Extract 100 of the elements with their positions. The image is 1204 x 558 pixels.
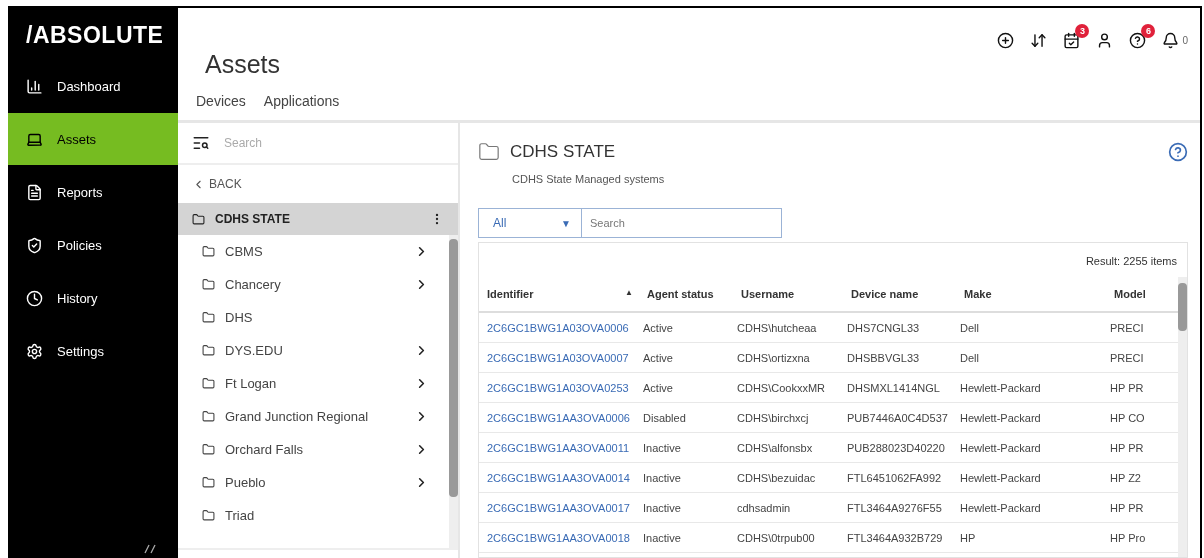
- nav-item[interactable]: History: [8, 272, 178, 324]
- tree-item[interactable]: CBMS: [178, 235, 449, 268]
- table-cell-text: HP Z2: [1109, 471, 1142, 484]
- table-cell-text: Inactive: [642, 471, 682, 484]
- table-cell-text: Hewlett-Packard: [959, 471, 1042, 484]
- table-cell-text: HP CO: [1109, 411, 1146, 424]
- nav-item[interactable]: Policies: [8, 219, 178, 271]
- table-cell-text: DHS7CNGL33: [846, 321, 921, 334]
- column-header[interactable]: Identifier ▲: [479, 288, 639, 300]
- tab[interactable]: Devices: [196, 93, 246, 109]
- search-icon: [192, 134, 210, 152]
- identifier-link[interactable]: 2C6GC1BWG1AA3OVA0011: [479, 441, 639, 454]
- table-cell-text: CDHS\hutcheaa: [736, 321, 818, 334]
- table-cell-text: PUB288023D40220: [846, 441, 946, 454]
- folder-icon: [202, 377, 215, 390]
- tree-item[interactable]: Orchard Falls: [178, 433, 449, 466]
- identifier-link[interactable]: 2C6GC1BWG1AA3OVA0017: [479, 501, 639, 514]
- table-cell-text: PUB7446A0C4D537: [846, 411, 949, 424]
- table-cell-text: HP: [959, 531, 977, 544]
- nav-item[interactable]: Settings: [8, 325, 178, 377]
- table-cell-text: Disabled: [642, 411, 687, 424]
- column-header[interactable]: Username: [733, 288, 843, 300]
- settings-icon: [26, 342, 43, 360]
- table-cell-text: HP PR: [1109, 441, 1145, 454]
- nav-item[interactable]: Assets: [8, 113, 178, 165]
- calendar-icon[interactable]: [1063, 32, 1081, 49]
- folder-icon: [202, 476, 215, 489]
- chart-icon: [26, 77, 43, 95]
- group-title: CDHS STATE: [510, 142, 617, 162]
- folder-icon: [192, 212, 205, 226]
- table-cell-text: Inactive: [642, 441, 682, 454]
- tree-item[interactable]: DYS.EDU: [178, 334, 449, 367]
- identifier-link[interactable]: 2C6GC1BWG1A03OVA0007: [479, 351, 639, 364]
- back-link[interactable]: BACK: [178, 165, 458, 203]
- table-cell-text: Inactive: [642, 531, 682, 544]
- identifier-link[interactable]: 2C6GC1BWG1AA3OVA0006: [479, 411, 639, 424]
- table-cell-text: PRECI: [1109, 351, 1145, 364]
- table-cell-text: CDHS\alfonsbx: [736, 441, 814, 454]
- page-title: Assets: [205, 50, 282, 79]
- collapse-icon[interactable]: [144, 544, 158, 554]
- document-icon: [26, 183, 43, 201]
- tree-item[interactable]: CDHS STATE: [178, 203, 458, 235]
- table-cell-text: Hewlett-Packard: [959, 501, 1042, 514]
- table-cell-text: CDHS\bezuidac: [736, 471, 817, 484]
- table-cell-text: HP PR: [1109, 501, 1145, 514]
- table-cell-text: Active: [642, 351, 674, 364]
- clock-icon: [26, 289, 43, 307]
- tree-item[interactable]: Triad: [178, 499, 449, 532]
- folder-icon: [202, 245, 215, 258]
- tree-item[interactable]: Ft Logan: [178, 367, 449, 400]
- table-cell-text: DHSMXL1414NGL: [846, 381, 941, 394]
- tab[interactable]: Applications: [263, 93, 340, 109]
- table-cell-text: Hewlett-Packard: [959, 441, 1042, 454]
- shield-icon: [26, 236, 43, 254]
- notification-count: 0: [1182, 35, 1188, 46]
- table-cell-text: Hewlett-Packard: [959, 411, 1042, 424]
- notification-badge: 3: [1075, 24, 1090, 38]
- folder-icon: [202, 278, 215, 291]
- table-cell-text: PRECI: [1109, 321, 1145, 334]
- identifier-link[interactable]: 2C6GC1BWG1AA3OVA0014: [479, 471, 639, 484]
- notification-badge: 6: [1141, 24, 1156, 38]
- identifier-link[interactable]: 2C6GC1BWG1AA3OVA0018: [479, 531, 639, 544]
- scrollbar[interactable]: [1178, 277, 1187, 557]
- folder-icon: [478, 141, 500, 163]
- folder-icon: [202, 410, 215, 423]
- table-cell-text: FTL3464A9276F55: [846, 501, 943, 514]
- table-cell-text: CDHS\CookxxMR: [736, 381, 826, 394]
- table-cell-text: Hewlett-Packard: [959, 381, 1042, 394]
- scrollbar[interactable]: [449, 235, 458, 548]
- tree-item[interactable]: Pueblo: [178, 466, 449, 499]
- logo: /ABSOLUTE: [25, 21, 165, 50]
- folder-icon: [202, 509, 215, 522]
- tree-item[interactable]: DHS: [178, 301, 449, 334]
- identifier-link[interactable]: 2C6GC1BWG1A03OVA0253: [479, 381, 639, 394]
- column-header[interactable]: Agent status: [639, 288, 733, 300]
- column-header[interactable]: Device name: [843, 288, 956, 300]
- table-cell-text: CDHS\0trpub00: [736, 531, 816, 544]
- table-cell-text: Dell: [959, 351, 980, 364]
- nav-item[interactable]: Reports: [8, 166, 178, 218]
- table-cell-text: DHSBBVGL33: [846, 351, 921, 364]
- folder-icon: [202, 311, 215, 324]
- table-cell-text: cdhsadmin: [736, 501, 792, 514]
- column-header[interactable]: Make: [956, 288, 1106, 300]
- tree-item[interactable]: Grand Junction Regional: [178, 400, 449, 433]
- table-cell-text: CDHS\ortizxna: [736, 351, 811, 364]
- result-count: Result: 2255 items: [1084, 254, 1178, 269]
- add-icon[interactable]: [997, 32, 1015, 49]
- table-cell-text: Dell: [959, 321, 980, 334]
- arrows-icon[interactable]: [1030, 32, 1048, 49]
- identifier-link[interactable]: 2C6GC1BWG1A03OVA0006: [479, 321, 639, 334]
- folder-icon: [202, 344, 215, 357]
- column-header[interactable]: Model: [1106, 288, 1178, 300]
- tree-item[interactable]: Chancery: [178, 268, 449, 301]
- nav-item[interactable]: Dashboard: [8, 60, 178, 112]
- bell-icon[interactable]: [1162, 32, 1180, 49]
- folder-icon: [202, 443, 215, 456]
- table-cell-text: Inactive: [642, 501, 682, 514]
- filter-dropdown[interactable]: All ▼: [478, 208, 582, 238]
- help-icon[interactable]: [1129, 32, 1147, 49]
- search-field[interactable]: Search: [582, 208, 782, 238]
